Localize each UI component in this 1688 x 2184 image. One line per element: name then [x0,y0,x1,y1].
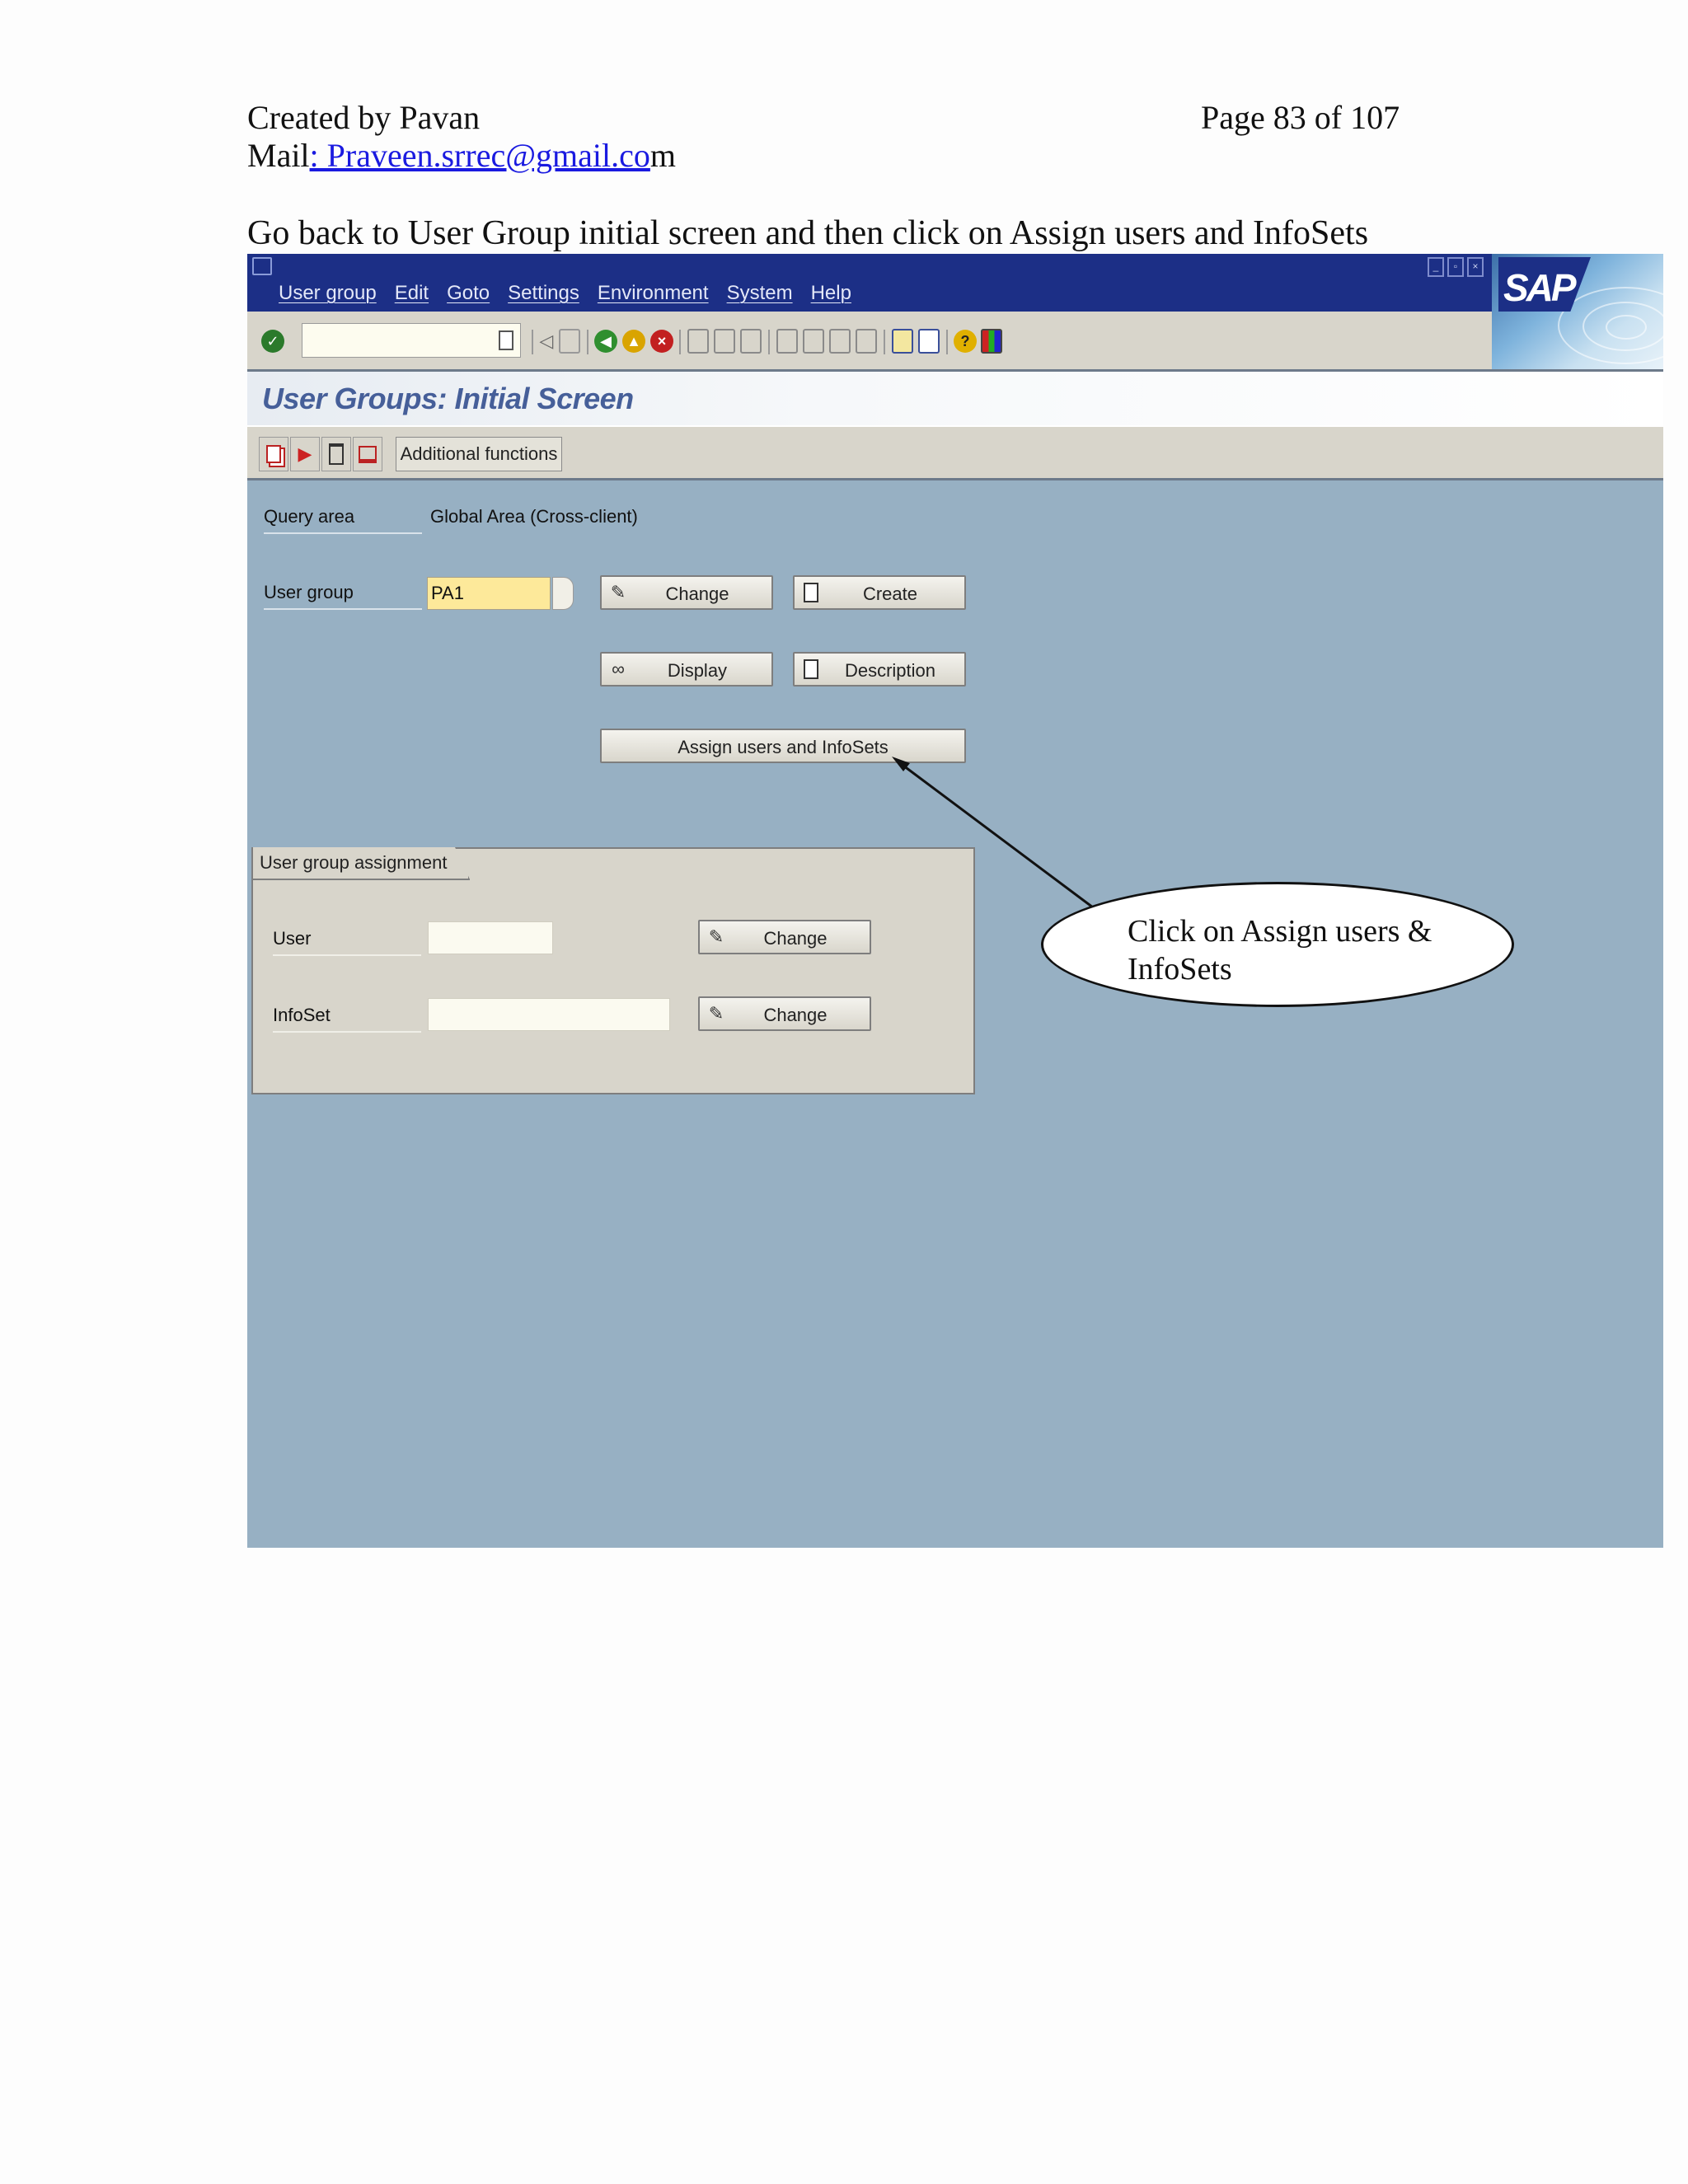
back-icon[interactable]: ◀ [593,328,618,354]
assign-users-infosets-label: Assign users and InfoSets [678,737,889,757]
new-document-icon [801,582,821,603]
first-page-icon[interactable] [775,328,799,354]
menu-environment[interactable]: Environment [598,282,709,305]
menu-settings[interactable]: Settings [508,282,579,305]
user-group-label: User group [264,582,422,610]
menu-user-group[interactable]: User group [279,282,377,305]
last-page-icon[interactable] [854,328,879,354]
save-icon[interactable] [557,328,582,354]
screen-title-area: User Groups: Initial Screen [247,372,1663,427]
user-group-assignment-box: User group assignment User ✎ Change InfoS… [251,847,975,1094]
minimize-icon[interactable]: _ [1428,257,1444,277]
menu-goto[interactable]: Goto [447,282,490,305]
copy-icon[interactable] [259,437,288,471]
command-field[interactable] [302,323,521,358]
transport-icon[interactable] [353,437,382,471]
instruction-text: Go back to User Group initial screen and… [247,214,1369,252]
layout-menu-icon[interactable] [979,328,1004,354]
glasses-icon: ∞ [612,658,625,679]
menu-help[interactable]: Help [811,282,851,305]
infoset-label: InfoSet [273,1005,421,1033]
mail-prefix: Mail [247,137,310,174]
exit-icon[interactable]: ▲ [621,328,646,354]
restore-icon[interactable]: ▫ [1447,257,1464,277]
cancel-icon[interactable]: × [649,328,674,354]
change-button[interactable]: ✎ Change [600,575,773,610]
page-number: Page 83 of 107 [1201,99,1400,136]
user-change-button[interactable]: ✎ Change [698,920,871,954]
menu-edit[interactable]: Edit [395,282,429,305]
additional-functions-button[interactable]: Additional functions [396,437,562,471]
new-session-icon[interactable] [890,328,915,354]
query-area-label: Query area [264,506,422,534]
close-window-icon[interactable]: × [1467,257,1484,277]
application-toolbar: ▶ Additional functions [247,427,1663,480]
infoset-change-button[interactable]: ✎ Change [698,996,871,1031]
user-label: User [273,928,421,956]
enter-icon[interactable]: ✓ [260,328,285,354]
rename-icon[interactable]: ▶ [290,437,320,471]
callout-bubble: Click on Assign users & InfoSets [1041,882,1514,1007]
callout-text: Click on Assign users & InfoSets [1128,914,1432,987]
mail-suffix: m [649,137,677,174]
previous-page-icon[interactable] [801,328,826,354]
pencil-icon: ✎ [610,582,626,602]
query-area-value: Global Area (Cross-client) [430,506,638,527]
standard-toolbar: ✓ ◁ ◀ ▲ × ? [247,312,1663,372]
sap-logo-text: SAP [1503,266,1577,309]
screen-title: User Groups: Initial Screen [262,382,634,415]
infoset-input[interactable] [428,998,670,1031]
pencil-icon: ✎ [708,1003,724,1024]
delete-icon[interactable] [321,437,351,471]
find-next-icon[interactable] [738,328,763,354]
find-icon[interactable] [712,328,737,354]
description-button[interactable]: Description [793,652,966,687]
value-help-icon[interactable] [552,577,574,610]
user-input[interactable] [428,921,553,954]
sap-window: User group Edit Goto Settings Environmen… [247,254,1663,1548]
create-button[interactable]: Create [793,575,966,610]
menu-bar: User group Edit Goto Settings Environmen… [279,282,851,305]
collapse-icon[interactable]: ◁ [534,328,559,354]
user-group-assignment-tab: User group assignment [253,847,471,880]
system-menu-icon[interactable] [252,257,272,275]
display-button[interactable]: ∞ Display [600,652,773,687]
user-group-input[interactable]: PA1 [427,577,551,610]
print-icon[interactable] [686,328,710,354]
mail-line: Mail: Praveen.srrec@gmail.com [247,137,676,175]
sap-logo-area: SAP [1492,254,1663,369]
created-by-text: Created by Pavan [247,99,481,136]
document-pencil-icon [801,658,821,680]
help-icon[interactable]: ? [953,328,978,354]
shortcut-icon[interactable] [917,328,941,354]
menu-system[interactable]: System [727,282,793,305]
command-field-history-icon[interactable] [499,330,513,350]
title-bar: User group Edit Goto Settings Environmen… [247,254,1663,312]
assign-users-infosets-button[interactable]: Assign users and InfoSets [600,729,966,763]
next-page-icon[interactable] [828,328,852,354]
pencil-icon: ✎ [708,926,724,947]
mail-link[interactable]: : Praveen.srrec@gmail.co [310,137,650,174]
